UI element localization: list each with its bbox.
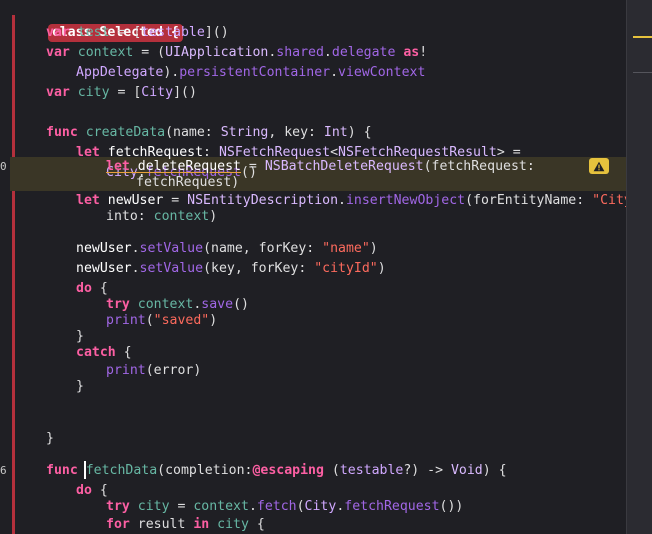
code-line: func createData(name: String, key: Int) … [46, 125, 372, 140]
line-number: 6 [0, 464, 6, 477]
code-line: print(error) [106, 363, 202, 378]
code-line: newUser.setValue(name, forKey: "name") [76, 241, 378, 256]
code-line: do { [76, 483, 108, 498]
code-line: try city = context.fetch(City.fetchReque… [106, 499, 464, 514]
code-line: AppDelegate).persistentContainer.viewCon… [76, 65, 426, 80]
text-caret [84, 461, 86, 479]
code-line: var city = [City]() [46, 85, 197, 100]
minimap-separator [633, 72, 652, 73]
code-line: into: context) [106, 209, 218, 224]
code-line: func fetchData(completion:@escaping (tes… [46, 463, 507, 478]
code-editor[interactable]: 0 6 class Selected { var test = [testabl… [0, 0, 626, 534]
scope-indicator [12, 15, 15, 534]
code-line: for result in city { [106, 517, 265, 532]
code-line: print("saved") [106, 313, 218, 328]
warning-triangle-icon [593, 161, 605, 171]
code-line: fetchRequest) [136, 175, 240, 190]
code-line: var context = (UIApplication.shared.dele… [46, 45, 428, 60]
code-line: newUser.setValue(key, forKey: "cityId") [76, 261, 386, 276]
line-number: 0 [0, 160, 6, 173]
minimap-pane[interactable] [626, 0, 652, 534]
code-line: } [76, 379, 84, 394]
code-line: catch { [76, 345, 132, 360]
code-line: var test = [testable]() [46, 25, 229, 40]
code-line: } [46, 431, 54, 446]
minimap-warning-marker [633, 36, 652, 38]
line-gutter: 0 6 [0, 0, 10, 534]
code-line: class Selected { [30, 3, 183, 42]
warning-icon[interactable] [589, 158, 609, 174]
code-line: do { [76, 281, 108, 296]
